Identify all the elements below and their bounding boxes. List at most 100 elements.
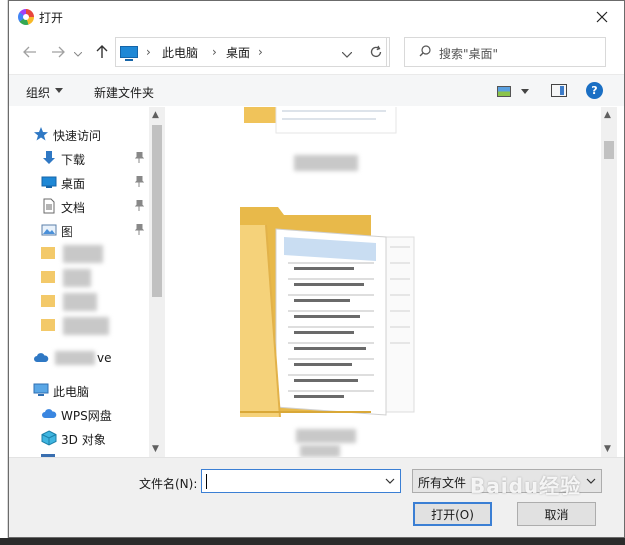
scrollbar-thumb[interactable] [152, 125, 162, 297]
nav-label: 下载 [61, 153, 86, 167]
nav-item-quick-access[interactable]: 快速访问 [9, 123, 149, 145]
nav-item-folder[interactable] [41, 317, 141, 337]
breadcrumb-this-pc[interactable]: 此电脑 [162, 44, 198, 61]
pin-icon [135, 152, 144, 163]
pin-icon [135, 200, 144, 211]
chevron-down-icon[interactable] [385, 475, 395, 487]
new-folder-button[interactable]: 新建文件夹 [94, 84, 154, 101]
open-button[interactable]: 打开(O) [413, 502, 492, 526]
scroll-up-icon[interactable]: ▲ [604, 110, 611, 120]
redacted-label [63, 293, 97, 311]
redacted-label [55, 351, 95, 365]
nav-item-documents[interactable]: 文档 [9, 195, 149, 217]
cube-icon [41, 430, 57, 446]
nav-item-wps-cloud[interactable]: WPS网盘 [9, 403, 149, 425]
nav-item-pictures[interactable]: 图片 [9, 219, 149, 241]
filename-input[interactable] [201, 469, 401, 493]
nav-label: 图片 [61, 225, 86, 239]
arrow-up-icon [96, 45, 108, 58]
search-box[interactable]: 搜索"桌面" [404, 37, 606, 67]
redacted-label [296, 429, 356, 443]
content-scrollbar[interactable]: ▲ ▼ [601, 107, 617, 457]
redacted-label [300, 445, 340, 457]
text-cursor [206, 474, 207, 489]
folder-icon [240, 207, 415, 418]
folder-item[interactable] [236, 107, 406, 187]
taskbar-strip [0, 538, 625, 545]
redacted-label [63, 269, 91, 287]
app-logo-icon [18, 9, 34, 25]
cloud-icon [34, 353, 49, 362]
search-icon [419, 45, 431, 57]
breadcrumb-separator-icon: › [258, 45, 263, 59]
pin-icon [135, 224, 144, 235]
scroll-down-icon[interactable]: ▼ [152, 444, 159, 454]
scroll-up-icon[interactable]: ▲ [152, 110, 159, 120]
search-placeholder: 搜索"桌面" [439, 47, 499, 61]
nav-label: 桌面 [61, 177, 86, 191]
nav-label: WPS网盘 [61, 409, 112, 423]
computer-icon [120, 46, 138, 61]
refresh-button[interactable] [362, 37, 390, 67]
window-title: 打开 [39, 11, 64, 25]
close-icon [596, 11, 608, 23]
file-type-select[interactable]: 所有文件 [412, 469, 602, 493]
forward-button[interactable] [49, 43, 67, 61]
help-icon[interactable]: ? [586, 82, 603, 99]
back-button[interactable] [21, 43, 39, 61]
preview-pane-icon[interactable] [551, 84, 567, 97]
nav-label: 3D 对象 [61, 433, 106, 447]
folder-item[interactable] [236, 207, 416, 457]
chevron-down-icon [586, 478, 596, 484]
computer-icon [33, 383, 49, 396]
up-button[interactable] [93, 43, 111, 61]
cancel-button[interactable]: 取消 [517, 502, 596, 526]
change-view-icon[interactable] [497, 86, 511, 97]
organize-button[interactable]: 组织 [26, 84, 50, 101]
folder-icon [41, 295, 55, 307]
address-bar[interactable]: › 此电脑 › 桌面 › [115, 37, 387, 67]
file-list [166, 107, 601, 457]
download-icon [43, 151, 55, 164]
recent-locations-button[interactable] [73, 45, 83, 63]
view-options-dropdown[interactable] [521, 89, 529, 94]
arrow-right-icon [52, 46, 65, 58]
folder-icon [244, 107, 397, 134]
nav-label: ve [97, 351, 112, 365]
address-history-dropdown[interactable] [341, 47, 353, 61]
chevron-down-icon [341, 51, 353, 58]
title-bar: 打开 [9, 1, 624, 32]
folder-icon [41, 271, 55, 283]
scrollbar-thumb[interactable] [604, 141, 614, 159]
desktop-icon [41, 176, 57, 188]
picture-icon [41, 224, 57, 236]
nav-item-folder[interactable] [41, 293, 141, 313]
file-type-value: 所有文件 [418, 476, 467, 490]
nav-item-folder[interactable] [41, 245, 141, 265]
folder-icon [41, 319, 55, 331]
open-file-dialog: 打开 › 此电脑 › 桌面 › 搜索"桌面" 组织 新建文件夹 ? 快速访问 下… [8, 0, 625, 538]
scroll-down-icon[interactable]: ▼ [604, 444, 611, 454]
nav-item-this-pc[interactable]: 此电脑 [9, 379, 149, 401]
command-bar: 组织 新建文件夹 ? [9, 74, 624, 106]
refresh-icon [370, 45, 381, 58]
nav-scrollbar[interactable]: ▲ ▼ [149, 107, 165, 457]
redacted-label [63, 317, 109, 335]
nav-label: 文档 [61, 201, 86, 215]
nav-item-downloads[interactable]: 下载 [9, 147, 149, 169]
nav-item-desktop[interactable]: 桌面 [9, 171, 149, 193]
document-icon [43, 198, 55, 214]
nav-item-3d-objects[interactable]: 3D 对象 [9, 427, 149, 449]
breadcrumb-separator-icon: › [212, 45, 217, 59]
nav-label: 快速访问 [53, 129, 102, 143]
background-window-edge [0, 0, 8, 545]
dialog-footer: 文件名(N): 所有文件 打开(O) 取消 [9, 457, 624, 537]
nav-item-onedrive[interactable]: ve [9, 347, 149, 369]
pin-icon [135, 176, 144, 187]
breadcrumb-desktop[interactable]: 桌面 [226, 44, 250, 61]
nav-item-folder[interactable] [41, 269, 141, 289]
cloud-icon [42, 409, 57, 418]
close-button[interactable] [588, 5, 616, 29]
folder-icon [41, 247, 55, 259]
breadcrumb-separator-icon: › [146, 45, 151, 59]
